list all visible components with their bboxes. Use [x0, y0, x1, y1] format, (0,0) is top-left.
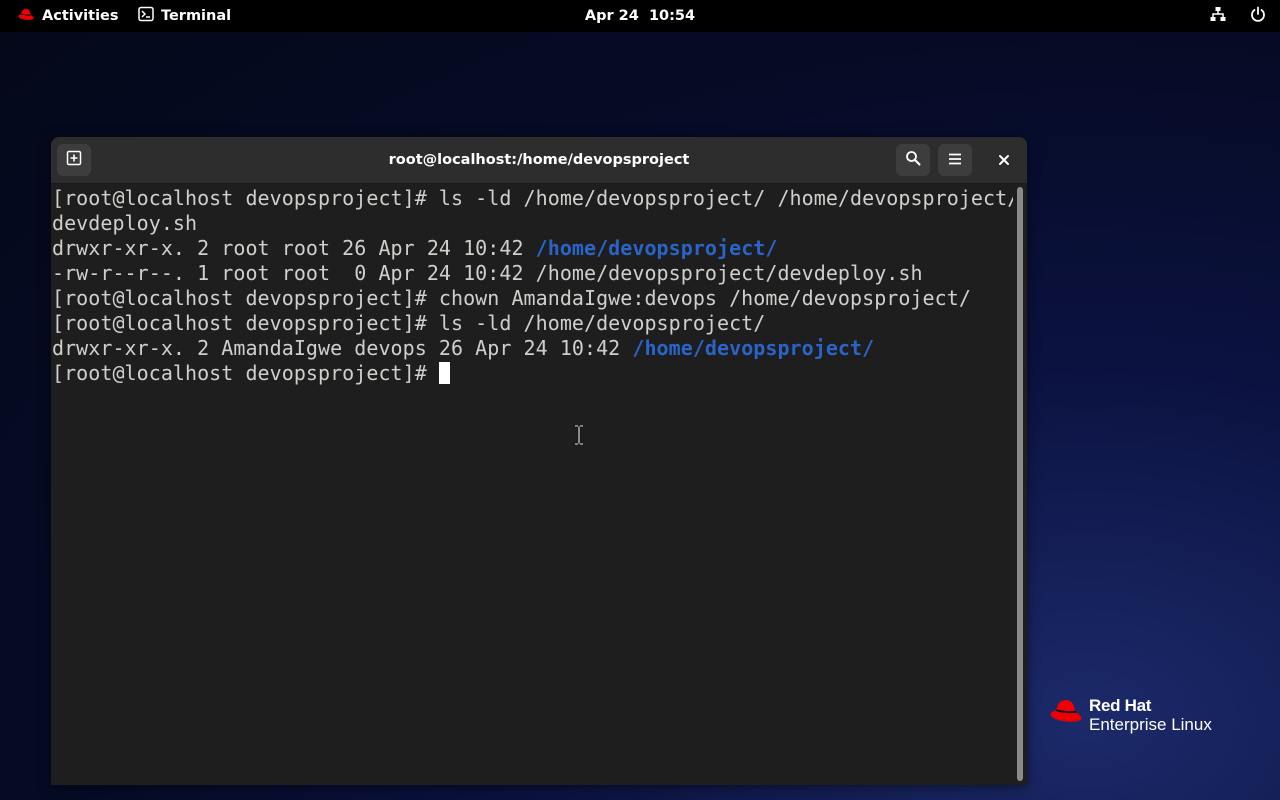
top-bar: Activities Terminal Apr 24 10:54 — [0, 0, 1280, 32]
app-menu-label: Terminal — [161, 8, 232, 24]
activities-button[interactable]: Activities — [17, 0, 119, 32]
terminal-text-segment: devdeploy.sh — [52, 211, 198, 235]
terminal-line: drwxr-xr-x. 2 root root 26 Apr 24 10:42 … — [52, 236, 777, 260]
terminal-line: [root@localhost devopsproject]# ls -ld /… — [52, 311, 765, 335]
terminal-line: devdeploy.sh — [52, 211, 197, 235]
new-tab-icon — [66, 150, 82, 170]
menu-icon — [948, 151, 962, 170]
terminal-window: root@localhost:/home/devopsproject [root… — [51, 137, 1027, 785]
new-tab-button[interactable] — [57, 144, 91, 176]
terminal-text-segment: -rw-r--r--. 1 root root 0 Apr 24 10:42 /… — [52, 261, 923, 285]
terminal-text-segment: [root@localhost devopsproject]# chown Am… — [52, 286, 971, 310]
search-button[interactable] — [896, 144, 930, 176]
terminal-icon — [138, 6, 154, 26]
terminal-text-segment: [root@localhost devopsproject]# — [52, 361, 439, 385]
app-menu-terminal[interactable]: Terminal — [138, 0, 231, 32]
terminal-line: -rw-r--r--. 1 root root 0 Apr 24 10:42 /… — [52, 261, 923, 285]
brand-line-1: Red Hat — [1089, 696, 1152, 715]
terminal-text-segment: [root@localhost devopsproject]# ls -ld /… — [52, 186, 1020, 210]
terminal-output[interactable]: [root@localhost devopsproject]# ls -ld /… — [51, 184, 1019, 785]
terminal-line: drwxr-xr-x. 2 AmandaIgwe devops 26 Apr 2… — [52, 336, 874, 360]
mouse-ibeam-cursor — [574, 424, 584, 446]
window-title: root@localhost:/home/devopsproject — [388, 152, 690, 168]
terminal-text-segment: drwxr-xr-x. 2 root root 26 Apr 24 10:42 — [52, 236, 536, 260]
redhat-branding: Red Hat Enterprise Linux — [1048, 696, 1212, 734]
close-button[interactable] — [987, 144, 1021, 176]
close-icon — [998, 151, 1010, 170]
scrollbar[interactable] — [1013, 184, 1027, 785]
directory-path: /home/devopsproject/ — [632, 336, 875, 360]
activities-label: Activities — [42, 8, 119, 24]
clock[interactable]: Apr 24 10:54 — [585, 8, 695, 24]
terminal-line: [root@localhost devopsproject]# — [52, 361, 450, 385]
brand-line-2: Enterprise Linux — [1089, 715, 1212, 734]
terminal-text-segment: drwxr-xr-x. 2 AmandaIgwe devops 26 Apr 2… — [52, 336, 633, 360]
scrollbar-thumb[interactable] — [1017, 187, 1023, 781]
directory-path: /home/devopsproject/ — [535, 236, 778, 260]
network-icon[interactable] — [1210, 6, 1226, 26]
terminal-line: [root@localhost devopsproject]# chown Am… — [52, 286, 971, 310]
window-headerbar: root@localhost:/home/devopsproject — [51, 137, 1027, 184]
redhat-logo-icon — [1048, 696, 1084, 728]
text-cursor — [438, 362, 450, 384]
terminal-text-segment: [root@localhost devopsproject]# ls -ld /… — [52, 311, 766, 335]
search-icon — [905, 150, 921, 170]
redhat-logo-icon — [17, 7, 35, 25]
menu-button[interactable] — [938, 144, 972, 176]
power-icon[interactable] — [1250, 6, 1266, 26]
terminal-text: [root@localhost devopsproject]# ls -ld /… — [51, 186, 1019, 386]
terminal-line: [root@localhost devopsproject]# ls -ld /… — [52, 186, 1019, 210]
